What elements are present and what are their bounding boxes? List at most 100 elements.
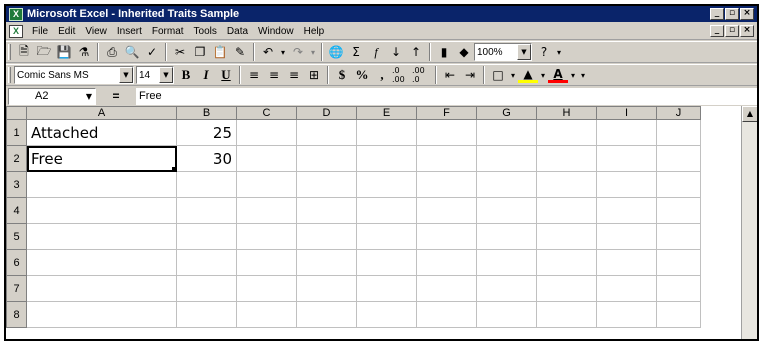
print-icon[interactable]: ⎙ [102,43,122,61]
cell[interactable] [476,145,537,172]
cell[interactable] [176,301,237,328]
column-header[interactable]: C [236,106,297,120]
menu-tools[interactable]: Tools [189,26,222,37]
redo-dropdown-icon[interactable]: ▾ [308,43,318,61]
title-bar[interactable]: X Microsoft Excel - Inherited Traits Sam… [6,6,757,22]
cell[interactable] [356,119,417,146]
cell[interactable] [476,119,537,146]
cell[interactable] [656,301,701,328]
workbook-icon[interactable]: X [9,24,23,38]
cell-a1[interactable]: Attached [26,119,177,146]
cell[interactable] [656,171,701,198]
font-color-dropdown-icon[interactable]: ▾ [568,66,578,84]
cell[interactable] [476,249,537,276]
name-box[interactable]: A2 ▼ [8,87,96,105]
cell[interactable] [476,275,537,302]
open-icon[interactable]: 🗁 [34,43,54,61]
cell[interactable] [656,145,701,172]
minimize-button[interactable]: _ [710,8,724,20]
zoom-dropdown-icon[interactable]: ▼ [517,44,531,60]
cell[interactable] [176,249,237,276]
cell[interactable] [296,249,357,276]
cell[interactable] [596,171,657,198]
cell[interactable] [356,275,417,302]
cell[interactable] [356,197,417,224]
currency-button[interactable]: $ [332,66,352,84]
cell[interactable] [416,275,477,302]
cell[interactable] [26,301,177,328]
cell[interactable] [416,119,477,146]
cut-icon[interactable]: ✂ [170,43,190,61]
cell[interactable] [236,275,297,302]
cell[interactable] [416,223,477,250]
cell[interactable] [596,145,657,172]
cell[interactable] [476,171,537,198]
fill-handle[interactable] [172,167,176,171]
redo-icon[interactable]: ↷ [288,43,308,61]
menu-edit[interactable]: Edit [53,26,80,37]
fill-color-icon[interactable]: ▲ [518,67,538,83]
toolbar-grip[interactable] [8,44,11,60]
column-header[interactable]: I [596,106,657,120]
row-header[interactable]: 2 [6,145,27,172]
cell[interactable] [236,171,297,198]
fill-color-dropdown-icon[interactable]: ▾ [538,66,548,84]
cell[interactable] [356,301,417,328]
undo-dropdown-icon[interactable]: ▾ [278,43,288,61]
name-box-dropdown-icon[interactable]: ▼ [83,92,95,101]
cell[interactable] [536,301,597,328]
help-icon[interactable]: ? [534,43,554,61]
copy-icon[interactable]: ❐ [190,43,210,61]
increase-decimal-button[interactable]: .0 .00 [392,66,412,84]
cell[interactable] [416,197,477,224]
menu-view[interactable]: View [80,26,112,37]
bold-button[interactable]: B [176,66,196,84]
borders-icon[interactable]: □ [488,66,508,84]
row-header[interactable]: 5 [6,223,27,250]
font-name-select[interactable]: Comic Sans MS ▼ [14,66,134,84]
row-header[interactable]: 7 [6,275,27,302]
cell[interactable] [236,197,297,224]
row-header[interactable]: 6 [6,249,27,276]
cell-b2[interactable]: 30 [176,145,237,172]
borders-dropdown-icon[interactable]: ▾ [508,66,518,84]
doc-close-button[interactable]: × [740,25,754,37]
cell[interactable] [236,249,297,276]
font-color-button[interactable]: A [548,67,568,83]
cell[interactable] [596,119,657,146]
decrease-indent-icon[interactable]: ⇤ [440,66,460,84]
sort-descending-icon[interactable]: ↑ [406,43,426,61]
zoom-select[interactable]: 100% ▼ [474,43,532,61]
edit-formula-button[interactable]: = [96,89,136,103]
comma-button[interactable]: , [372,66,392,84]
cell[interactable] [236,145,297,172]
column-header[interactable]: A [26,106,177,120]
cell[interactable] [176,197,237,224]
doc-minimize-button[interactable]: _ [710,25,724,37]
function-icon[interactable]: f [366,43,386,61]
format-painter-icon[interactable]: ✎ [230,43,250,61]
cell[interactable] [476,223,537,250]
save-icon[interactable]: 💾 [54,43,74,61]
toolbar-options-icon[interactable]: ▾ [554,43,564,61]
maximize-button[interactable]: ▫ [725,8,739,20]
cell[interactable] [536,197,597,224]
cell-a2[interactable]: Free [26,145,177,172]
increase-indent-icon[interactable]: ⇥ [460,66,480,84]
column-header[interactable]: D [296,106,357,120]
cell[interactable] [176,223,237,250]
underline-button[interactable]: U [216,66,236,84]
align-left-icon[interactable]: ≡ [244,66,264,84]
font-size-select[interactable]: 14 ▼ [136,66,174,84]
cell[interactable] [476,301,537,328]
cell[interactable] [536,223,597,250]
close-button[interactable]: × [740,8,754,20]
cell[interactable] [26,197,177,224]
cell[interactable] [536,171,597,198]
row-header[interactable]: 8 [6,301,27,328]
print-preview-icon[interactable]: 🔍 [122,43,142,61]
menu-format[interactable]: Format [147,26,189,37]
cell[interactable] [596,249,657,276]
cell[interactable] [296,197,357,224]
column-header[interactable]: J [656,106,701,120]
